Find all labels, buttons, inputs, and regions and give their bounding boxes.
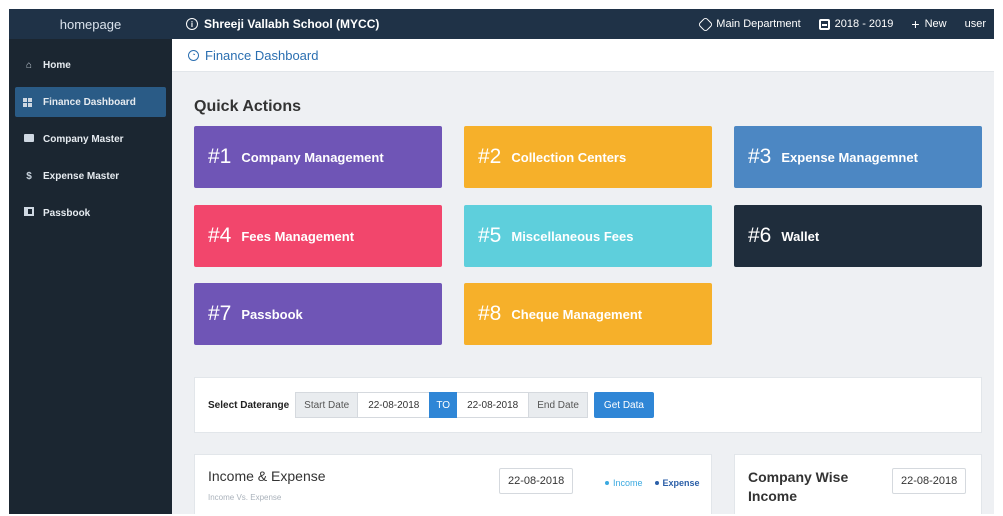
daterange-panel: Select Daterange Start Date 22-08-2018 T… (194, 377, 982, 433)
tile-label: Cheque Management (511, 306, 643, 322)
app-window: homepage i Shreeji Vallabh School (MYCC)… (9, 9, 994, 514)
tile-number: #8 (478, 302, 502, 325)
plus-icon: + (911, 16, 920, 32)
school-label: Shreeji Vallabh School (MYCC) (204, 17, 380, 31)
sidebar-item-home[interactable]: ⌂ Home (15, 50, 166, 80)
briefcase-icon (23, 133, 35, 145)
brand-link[interactable]: homepage (9, 17, 172, 32)
end-date-addon: End Date (528, 392, 588, 418)
sidebar-item-label: Passbook (43, 207, 91, 219)
sidebar-item-label: Home (43, 59, 71, 71)
legend-expense[interactable]: Expense (654, 478, 700, 488)
card-title-line2: Income (748, 488, 798, 504)
card-title: Company Wise Income (748, 468, 848, 506)
tile-label: Collection Centers (511, 149, 627, 165)
topbar-actions: Main Department 2018 - 2019 + New user (698, 16, 994, 32)
income-expense-card: Income & Expense Income Vs. Expense 22-0… (194, 454, 712, 514)
new-label: New (924, 18, 947, 30)
calendar-icon (818, 18, 830, 30)
tile-number: #4 (208, 224, 232, 247)
start-date-addon: Start Date (295, 392, 359, 418)
tile-number: #2 (478, 145, 502, 168)
tile-miscellaneous-fees[interactable]: #5 Miscellaneous Fees (464, 205, 712, 267)
card-title-line1: Company Wise (748, 469, 849, 485)
quick-actions-title: Quick Actions (194, 98, 301, 115)
tile-wallet[interactable]: #6 Wallet (734, 205, 982, 267)
tile-collection-centers[interactable]: #2 Collection Centers (464, 126, 712, 188)
sidebar-item-label: Finance Dashboard (43, 96, 136, 108)
sidebar-item-finance-dashboard[interactable]: Finance Dashboard (15, 87, 166, 117)
department-label: Main Department (716, 18, 801, 30)
card-subtitle: Income Vs. Expense (208, 493, 282, 502)
tile-label: Expense Managemnet (781, 149, 918, 165)
sidebar-item-expense-master[interactable]: $ Expense Master (15, 161, 166, 191)
dashboard-circle-icon: ◔ (188, 49, 199, 61)
sidebar-item-company-master[interactable]: Company Master (15, 124, 166, 154)
year-label: 2018 - 2019 (834, 18, 894, 30)
tile-number: #5 (478, 224, 502, 247)
tile-fees-management[interactable]: #4 Fees Management (194, 205, 442, 267)
tile-number: #3 (748, 145, 772, 168)
sidebar-item-label: Expense Master (43, 170, 120, 182)
user-menu[interactable]: user (965, 18, 986, 30)
page-title: Finance Dashboard (205, 47, 319, 63)
tile-number: #1 (208, 145, 232, 168)
dashboard-icon (23, 97, 35, 107)
year-selector[interactable]: 2018 - 2019 (818, 18, 894, 30)
tile-label: Wallet (781, 228, 820, 244)
daterange-label: Select Daterange (208, 399, 290, 411)
main-content: Quick Actions #1 Company Management #2 C… (172, 72, 994, 514)
sidebar-item-passbook[interactable]: Passbook (15, 198, 166, 228)
tile-company-management[interactable]: #1 Company Management (194, 126, 442, 188)
tile-label: Fees Management (241, 228, 355, 244)
book-icon (23, 207, 35, 219)
legend-label: Income (613, 478, 643, 488)
tile-expense-management[interactable]: #3 Expense Managemnet (734, 126, 982, 188)
tile-passbook[interactable]: #7 Passbook (194, 283, 442, 345)
tile-label: Miscellaneous Fees (511, 228, 634, 244)
to-addon: TO (429, 392, 458, 418)
income-dot-icon (605, 481, 609, 485)
tile-number: #7 (208, 302, 232, 325)
legend-income[interactable]: Income (605, 478, 643, 488)
income-expense-date[interactable]: 22-08-2018 (499, 468, 574, 494)
department-selector[interactable]: Main Department (698, 16, 801, 32)
school-name: i Shreeji Vallabh School (MYCC) (186, 17, 379, 31)
legend-label: Expense (662, 478, 700, 488)
tile-label: Company Management (241, 149, 384, 165)
breadcrumb: ◔ Finance Dashboard (172, 39, 994, 72)
info-icon: i (186, 18, 198, 30)
top-navbar: homepage i Shreeji Vallabh School (MYCC)… (9, 9, 994, 39)
company-income-card: Company Wise Income 22-08-2018 (734, 454, 982, 514)
card-title: Income & Expense (208, 468, 326, 484)
expense-dot-icon (654, 481, 659, 485)
home-icon: ⌂ (25, 59, 33, 71)
tile-cheque-management[interactable]: #8 Cheque Management (464, 283, 712, 345)
sidebar-item-label: Company Master (43, 133, 124, 145)
dollar-icon: $ (26, 170, 32, 182)
chart-legend: Income Expense (605, 478, 700, 488)
start-date-input[interactable]: 22-08-2018 (358, 392, 430, 418)
get-data-button[interactable]: Get Data (593, 392, 654, 418)
tile-number: #6 (748, 224, 772, 247)
company-income-date[interactable]: 22-08-2018 (892, 468, 967, 494)
sidebar: ⌂ Home Finance Dashboard Company Master … (9, 39, 172, 514)
department-icon (698, 16, 714, 32)
end-date-input[interactable]: 22-08-2018 (457, 392, 529, 418)
new-button[interactable]: + New (911, 17, 946, 31)
tile-label: Passbook (241, 306, 303, 322)
